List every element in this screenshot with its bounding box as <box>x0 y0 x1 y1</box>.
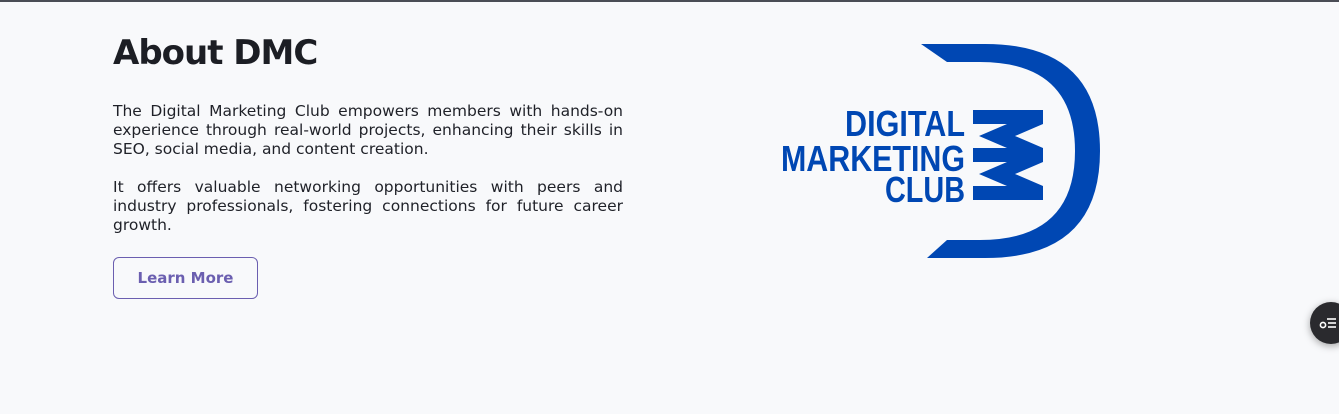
section-title: About DMC <box>113 33 318 73</box>
logo-m-mark <box>973 110 1043 200</box>
about-paragraph-1: The Digital Marketing Club empowers memb… <box>113 102 623 158</box>
about-paragraph-2: It offers valuable networking opportunit… <box>113 178 623 234</box>
learn-more-button[interactable]: Learn More <box>113 257 258 299</box>
settings-list-icon <box>1319 318 1336 329</box>
logo-line-3: CLUB <box>885 169 965 210</box>
about-section: About DMC The Digital Marketing Club emp… <box>0 2 1339 414</box>
settings-fab-button[interactable] <box>1310 302 1339 344</box>
about-text-column: About DMC The Digital Marketing Club emp… <box>113 32 623 235</box>
dmc-logo: DIGITAL MARKETING CLUB <box>781 44 1100 258</box>
